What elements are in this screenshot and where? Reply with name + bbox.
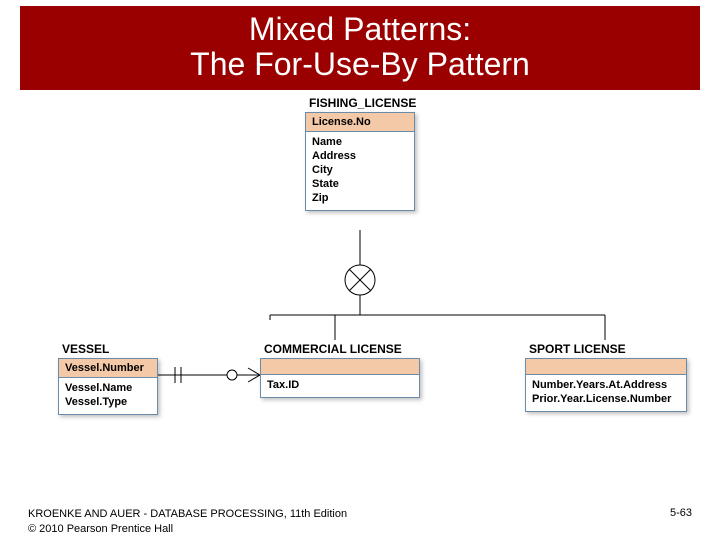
entity-title: SPORT LICENSE [525, 340, 687, 358]
attr: Address [312, 149, 408, 163]
entity-box: Vessel.Number Vessel.Name Vessel.Type [58, 358, 158, 415]
entity-fishing-license: FISHING_LICENSE License.No Name Address … [305, 94, 415, 211]
slide-title-banner: Mixed Patterns: The For-Use-By Pattern [20, 6, 700, 90]
attr: Name [312, 135, 408, 149]
entity-box: License.No Name Address City State Zip [305, 112, 415, 211]
slide-title: Mixed Patterns: The For-Use-By Pattern [20, 12, 700, 82]
entity-box: Number.Years.At.Address Prior.Year.Licen… [525, 358, 687, 412]
credit-line-1: KROENKE AND AUER - DATABASE PROCESSING, … [28, 507, 347, 521]
attr: Tax.ID [267, 378, 413, 392]
entity-pk [261, 359, 419, 375]
title-line-2: The For-Use-By Pattern [190, 46, 530, 82]
entity-commercial-license: COMMERCIAL LICENSE Tax.ID [260, 340, 420, 398]
credit-line-2: © 2010 Pearson Prentice Hall [28, 522, 347, 536]
entity-sport-license: SPORT LICENSE Number.Years.At.Address Pr… [525, 340, 687, 412]
entity-box: Tax.ID [260, 358, 420, 398]
footer-credits: KROENKE AND AUER - DATABASE PROCESSING, … [28, 507, 347, 536]
slide-footer: KROENKE AND AUER - DATABASE PROCESSING, … [28, 507, 692, 536]
attr: City [312, 163, 408, 177]
attr: State [312, 177, 408, 191]
entity-title: COMMERCIAL LICENSE [260, 340, 420, 358]
er-diagram: FISHING_LICENSE License.No Name Address … [0, 90, 720, 500]
attr: Prior.Year.License.Number [532, 392, 680, 406]
entity-pk [526, 359, 686, 375]
entity-pk: License.No [306, 113, 414, 132]
attr: Vessel.Type [65, 395, 151, 409]
attr: Vessel.Name [65, 381, 151, 395]
entity-attrs: Vessel.Name Vessel.Type [59, 378, 157, 414]
title-line-1: Mixed Patterns: [249, 11, 471, 47]
attr: Number.Years.At.Address [532, 378, 680, 392]
attr: Zip [312, 191, 408, 205]
entity-pk: Vessel.Number [59, 359, 157, 378]
entity-vessel: VESSEL Vessel.Number Vessel.Name Vessel.… [58, 340, 158, 415]
entity-attrs: Name Address City State Zip [306, 132, 414, 210]
page-number: 5-63 [670, 507, 692, 536]
entity-title: FISHING_LICENSE [305, 94, 415, 112]
entity-attrs: Number.Years.At.Address Prior.Year.Licen… [526, 375, 686, 411]
entity-attrs: Tax.ID [261, 375, 419, 397]
entity-title: VESSEL [58, 340, 158, 358]
